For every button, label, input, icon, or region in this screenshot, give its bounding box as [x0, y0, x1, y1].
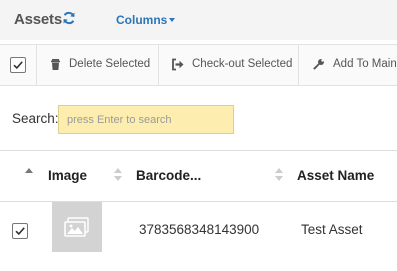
- bulk-actions-toolbar: Delete Selected Check-out Selected Add T…: [0, 44, 397, 86]
- column-header-asset-name[interactable]: Asset Name: [297, 168, 374, 183]
- delete-selected-label: Delete Selected: [69, 58, 151, 70]
- select-all-checkbox[interactable]: [10, 57, 26, 73]
- checkout-selected-button[interactable]: Check-out Selected: [158, 45, 299, 85]
- table-header: Image Barcode... Asset Name: [0, 150, 397, 202]
- sort-both-icon[interactable]: [114, 167, 122, 183]
- column-header-barcode[interactable]: Barcode...: [136, 168, 201, 183]
- barcode-cell: 3783568348143900: [139, 222, 260, 237]
- columns-dropdown[interactable]: Columns: [116, 13, 167, 27]
- column-header-image[interactable]: Image: [48, 168, 87, 183]
- caret-down-icon[interactable]: [169, 18, 175, 22]
- add-to-maintenance-button[interactable]: Add To Maint: [298, 45, 397, 85]
- delete-selected-button[interactable]: Delete Selected: [36, 45, 159, 85]
- asset-thumbnail[interactable]: [52, 202, 102, 252]
- add-to-maintenance-label: Add To Maint: [333, 58, 397, 70]
- page-header: Assets Columns: [0, 0, 397, 40]
- refresh-icon[interactable]: [62, 11, 76, 25]
- row-select-checkbox[interactable]: [12, 223, 28, 239]
- search-label: Search:: [12, 111, 59, 126]
- sign-out-icon: [171, 58, 184, 71]
- search-input[interactable]: [58, 105, 234, 134]
- checkout-selected-label: Check-out Selected: [192, 58, 293, 70]
- trash-icon: [49, 58, 62, 71]
- select-all-checkbox-wrapper: [0, 45, 37, 85]
- table-row[interactable]: 3783568348143900 Test Asset: [0, 201, 397, 258]
- sort-both-icon[interactable]: [275, 167, 283, 183]
- wrench-icon: [312, 58, 325, 71]
- sort-asc-icon[interactable]: [25, 167, 33, 183]
- asset-name-cell[interactable]: Test Asset: [301, 222, 363, 237]
- page-title: Assets: [14, 11, 62, 28]
